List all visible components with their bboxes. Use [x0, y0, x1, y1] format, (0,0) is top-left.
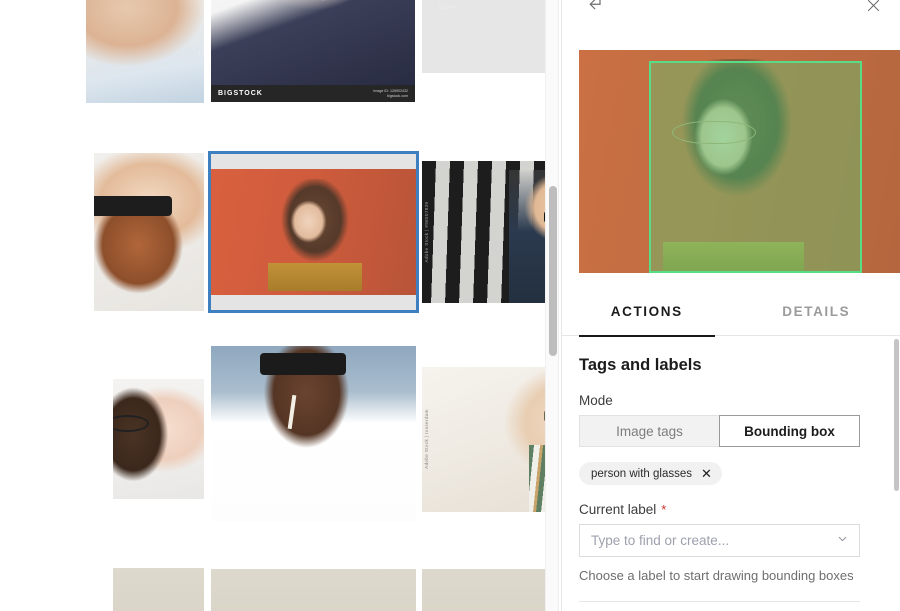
watermark-text: Adobe Stock | #96507839 [424, 201, 429, 263]
bounding-box-overlay[interactable] [649, 61, 862, 273]
gallery-cell [204, 345, 422, 528]
thumb-photo [422, 161, 545, 303]
gallery-scrollbar-thumb[interactable] [549, 186, 557, 356]
gallery-row: 123RF 123RF bigstock bigstock BIGSTOCK I… [0, 0, 545, 115]
label-chip[interactable]: person with glasses ✕ [579, 462, 722, 485]
tab-label: ACTIONS [610, 303, 683, 319]
gallery-cell: bigstock bigstock BIGSTOCK Image ID: 128… [204, 0, 422, 115]
gallery-cell: 123RF 123RF [422, 0, 545, 115]
bigstock-image-id: Image ID: 128902432 bigstock.com [373, 88, 408, 98]
image-grid: 123RF 123RF bigstock bigstock BIGSTOCK I… [0, 0, 545, 611]
subject-face [286, 194, 332, 248]
label-chip-list: person with glasses ✕ [579, 462, 879, 485]
gallery-cell: 123RF [0, 143, 280, 321]
bounding-box-hint: Choose a label to start drawing bounding… [579, 568, 854, 583]
gallery-row: 123RF [0, 143, 545, 321]
panel-header [562, 0, 900, 50]
thumb-man-1976-tee-b[interactable]: 976 [210, 568, 416, 611]
thumb-man-denim-shirt[interactable]: 123RF 123RF [422, 0, 545, 73]
watermark-text: bigstock [317, 0, 339, 2]
required-marker: * [661, 502, 667, 517]
gallery-cell [204, 143, 422, 321]
watermark-text: Adobe Stock | rosserdam [424, 409, 429, 469]
panel-scrollbar-thumb[interactable] [894, 339, 899, 491]
striped-shirt [529, 444, 545, 512]
subject-hair [113, 381, 178, 497]
mode-button-image-tags[interactable]: Image tags [579, 415, 719, 447]
gallery-row: 1976 976 1976 [0, 557, 545, 611]
current-label-text: Current label [579, 502, 657, 517]
gallery-cell [0, 350, 293, 528]
thumb-photo [210, 568, 416, 611]
bigstock-logo: BIGSTOCK [218, 90, 263, 97]
gallery-cell: 1976 [0, 557, 299, 611]
mode-toggle-group: Image tags Bounding box [579, 415, 860, 447]
letterbox-bottom [210, 295, 416, 310]
glasses-shape [94, 195, 173, 217]
subject-top [267, 263, 363, 292]
thumb-man-glasses-corridor[interactable]: Adobe Stock | #96507839 [422, 161, 545, 303]
gallery-scrollbar[interactable] [545, 0, 559, 611]
thumb-older-man-striped-shirt[interactable]: Adobe Stock | rosserdam [422, 366, 545, 512]
thumb-photo [422, 366, 545, 512]
annotation-tool-window: 123RF 123RF bigstock bigstock BIGSTOCK I… [0, 0, 900, 611]
thumb-photo [422, 0, 545, 73]
current-label-label: Current label * [579, 502, 879, 517]
thumb-woman-glasses-orange[interactable] [207, 151, 419, 313]
image-gallery[interactable]: 123RF 123RF bigstock bigstock BIGSTOCK I… [0, 0, 545, 611]
label-chip-text: person with glasses [591, 467, 692, 480]
mode-button-label: Image tags [616, 423, 683, 439]
chevron-down-icon[interactable] [836, 532, 849, 550]
back-arrow-icon[interactable] [584, 0, 610, 18]
gallery-cell: Adobe Stock | #96507839 [422, 143, 545, 321]
tab-label: DETAILS [782, 303, 851, 319]
remove-chip-icon[interactable]: ✕ [701, 467, 712, 480]
selected-image-preview[interactable] [579, 50, 900, 273]
current-label-input[interactable]: Type to find or create... [591, 533, 836, 548]
current-label-combobox[interactable]: Type to find or create... [579, 524, 860, 557]
thumb-man-glasses-cigarette[interactable] [210, 345, 416, 521]
section-divider [579, 601, 860, 602]
mode-button-label: Bounding box [744, 423, 835, 439]
section-title: Tags and labels [579, 356, 702, 374]
gallery-cell: 1976 [422, 557, 545, 611]
gallery-cell: 123RF 123RF [0, 0, 272, 115]
actions-tab-content: Tags and labels Mode Image tags Bounding… [562, 336, 900, 611]
gallery-cell: Adobe Stock | rosserdam [422, 350, 545, 528]
gallery-row: Adobe Stock | rosserdam [0, 345, 545, 528]
watermark-text: 123RF [438, 4, 456, 11]
panel-tabs: ACTIONS DETAILS [562, 286, 900, 337]
glasses-shape [259, 352, 346, 376]
close-icon[interactable] [860, 0, 886, 18]
mode-label: Mode [579, 393, 613, 408]
annotation-panel: ACTIONS DETAILS Tags and labels Mode Ima… [561, 0, 900, 611]
thumb-man-navy-hoodie[interactable]: bigstock bigstock BIGSTOCK Image ID: 128… [211, 0, 415, 102]
thumb-photo [422, 568, 545, 611]
tab-actions[interactable]: ACTIONS [562, 286, 732, 337]
gallery-cell: 976 [204, 557, 422, 611]
letterbox-top [210, 154, 416, 169]
thumb-man-1976-tee-c[interactable]: 1976 [422, 568, 545, 611]
panel-scrollbar[interactable] [893, 337, 900, 611]
tab-details[interactable]: DETAILS [732, 286, 900, 336]
stock-watermark-bar: BIGSTOCK Image ID: 128902432 bigstock.com [211, 85, 415, 102]
mode-button-bounding-box[interactable]: Bounding box [719, 415, 860, 447]
